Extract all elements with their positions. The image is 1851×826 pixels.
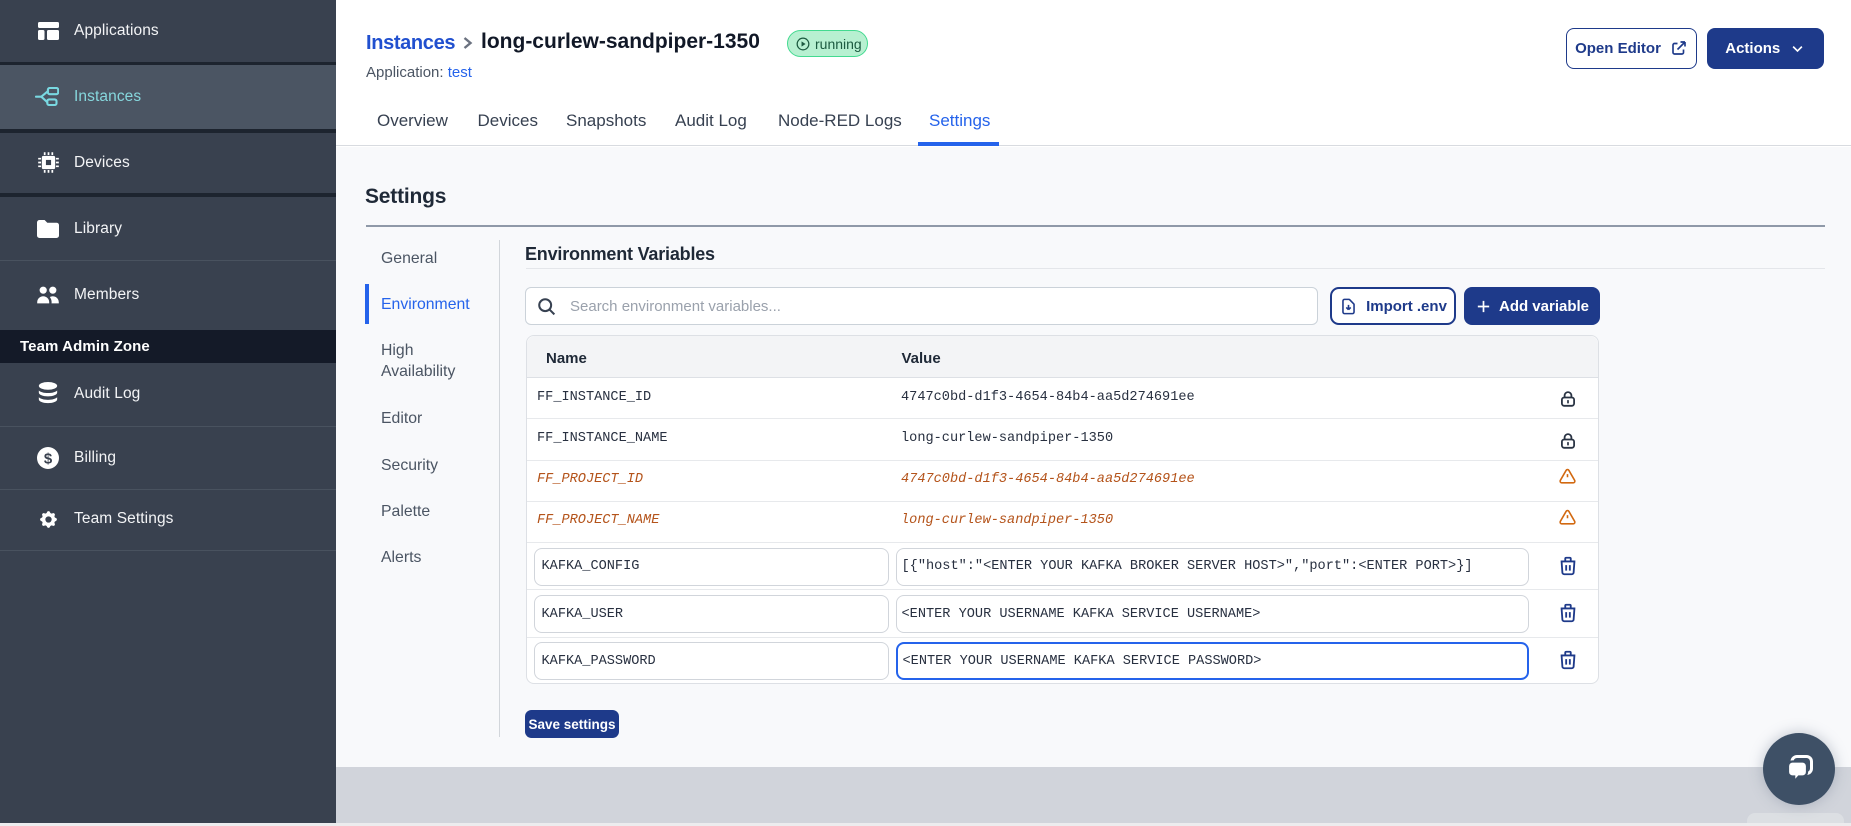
svg-text:$: $	[44, 450, 53, 467]
